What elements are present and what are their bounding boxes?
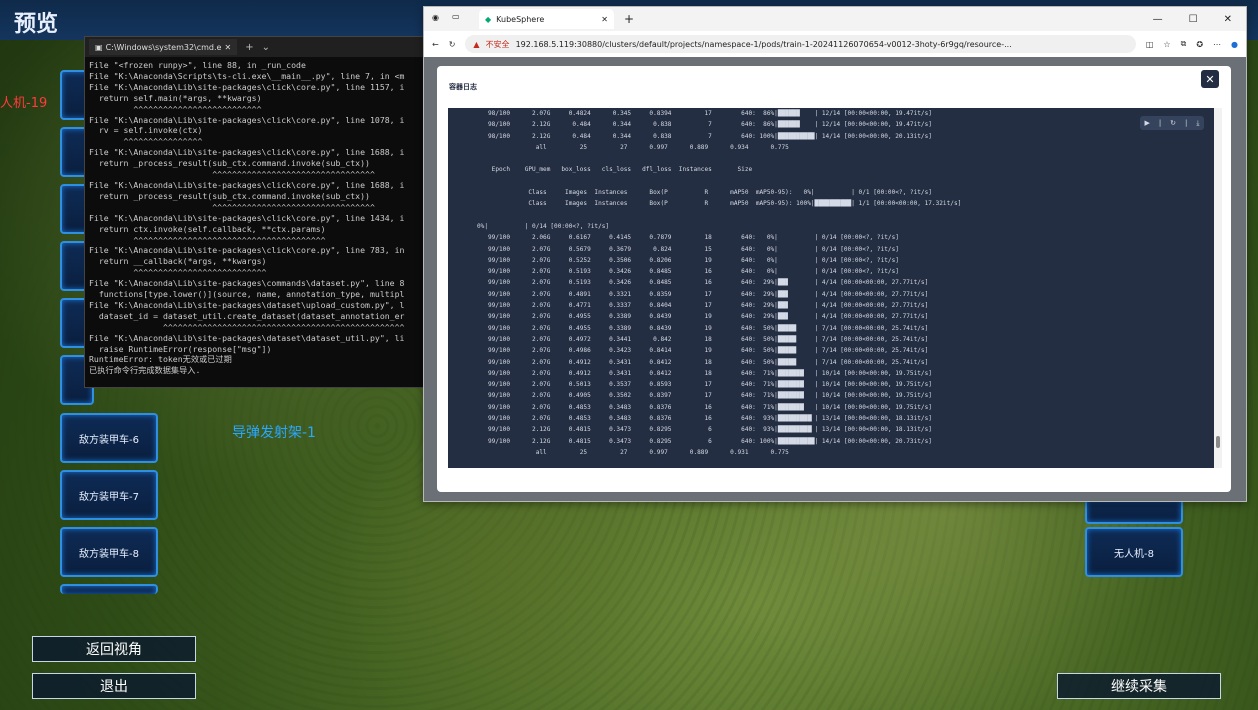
maximize-icon[interactable]: ☐ [1189, 14, 1198, 25]
url-text: 192.168.5.119:30880/clusters/default/pro… [515, 39, 1012, 49]
unit-list-button[interactable] [60, 584, 158, 594]
close-icon[interactable]: ✕ [1224, 14, 1232, 25]
new-tab-icon[interactable]: + [245, 42, 253, 53]
close-icon[interactable]: ✕ [224, 43, 231, 52]
log-viewer[interactable]: ▶ | ↻ | ⤓ 98/100 2.07G 0.4824 0.345 0.83… [448, 108, 1214, 468]
close-icon[interactable]: ✕ [1201, 70, 1219, 88]
extensions-icon[interactable]: ✪ [1196, 40, 1203, 49]
tab-actions-icon[interactable]: ▭ [452, 12, 460, 21]
split-screen-icon[interactable]: ◫ [1146, 40, 1154, 49]
reload-icon[interactable]: ↻ [449, 40, 456, 49]
cmd-tab[interactable]: ▣ C:\Windows\system32\cmd.e ✕ [89, 39, 238, 55]
chevron-down-icon[interactable]: ⌄ [262, 42, 270, 53]
collections-icon[interactable]: ⧉ [1181, 39, 1187, 49]
container-log-modal: 容器日志 ✕ ▶ | ↻ | ⤓ 98/100 2.07G 0.4824 0.3… [437, 66, 1231, 492]
cmd-tab-title: C:\Windows\system32\cmd.e [105, 42, 222, 52]
unit-button-drone-8[interactable]: 无人机-8 [1085, 527, 1183, 577]
scroll-thumb[interactable] [1216, 436, 1220, 448]
page-title: 预览 [14, 12, 59, 37]
unit-button-armored-8[interactable]: 敌方装甲车-8 [60, 527, 158, 577]
refresh-icon[interactable]: ↻ [1170, 119, 1176, 127]
page-content: 容器日志 ✕ ▶ | ↻ | ⤓ 98/100 2.07G 0.4824 0.3… [424, 57, 1246, 501]
copilot-icon[interactable]: ● [1231, 40, 1238, 49]
minimize-icon[interactable]: — [1153, 14, 1163, 25]
kubesphere-icon: ◆ [485, 14, 492, 24]
cmd-tab-bar: ▣ C:\Windows\system32\cmd.e ✕ + ⌄ [85, 37, 427, 57]
browser-tab-title: KubeSphere [496, 14, 545, 24]
download-icon[interactable]: ⤓ [1196, 119, 1199, 128]
log-output: 98/100 2.07G 0.4824 0.345 0.8394 17 640:… [477, 110, 962, 456]
exit-button[interactable]: 退出 [32, 673, 196, 699]
favorites-icon[interactable]: ☆ [1163, 40, 1170, 49]
scene-launcher-label: 导弹发射架-1 [232, 425, 316, 441]
log-toolbar: ▶ | ↻ | ⤓ [1140, 116, 1204, 130]
log-scrollbar[interactable] [1214, 108, 1222, 468]
modal-title: 容器日志 [449, 83, 477, 91]
terminal-icon: ▣ [95, 42, 103, 52]
insecure-label: 不安全 [485, 39, 510, 49]
divider: | [1185, 119, 1188, 127]
window-controls: — ☐ ✕ [1153, 14, 1246, 25]
address-bar[interactable]: ▲ 不安全 192.168.5.119:30880/clusters/defau… [465, 35, 1136, 53]
cmd-window[interactable]: ▣ C:\Windows\system32\cmd.e ✕ + ⌄ File "… [84, 36, 428, 388]
warning-icon: ▲ [473, 39, 480, 49]
more-icon[interactable]: ⋯ [1213, 40, 1221, 49]
play-icon[interactable]: ▶ [1144, 119, 1149, 127]
browser-tab-bar: ◉ ▭ ◆ KubeSphere ✕ + — ☐ ✕ [424, 7, 1246, 31]
unit-button-armored-6[interactable]: 敌方装甲车-6 [60, 413, 158, 463]
cmd-output: File "<frozen runpy>", line 88, in _run_… [89, 60, 405, 376]
divider: | [1158, 119, 1162, 127]
continue-collect-button[interactable]: 继续采集 [1057, 673, 1221, 699]
address-bar-row: ← ↻ ▲ 不安全 192.168.5.119:30880/clusters/d… [424, 31, 1246, 58]
browser-tab-kubesphere[interactable]: ◆ KubeSphere ✕ [479, 9, 614, 29]
browser-window[interactable]: ◉ ▭ ◆ KubeSphere ✕ + — ☐ ✕ ← ↻ ▲ 不安全 192… [423, 6, 1247, 502]
back-icon[interactable]: ← [432, 40, 439, 49]
scene-unit-label: 人机-19 [0, 96, 48, 111]
new-tab-icon[interactable]: + [624, 12, 634, 26]
close-icon[interactable]: ✕ [601, 15, 608, 24]
profile-icon[interactable]: ◉ [432, 13, 439, 22]
back-view-button[interactable]: 返回视角 [32, 636, 196, 662]
unit-button-armored-7[interactable]: 敌方装甲车-7 [60, 470, 158, 520]
